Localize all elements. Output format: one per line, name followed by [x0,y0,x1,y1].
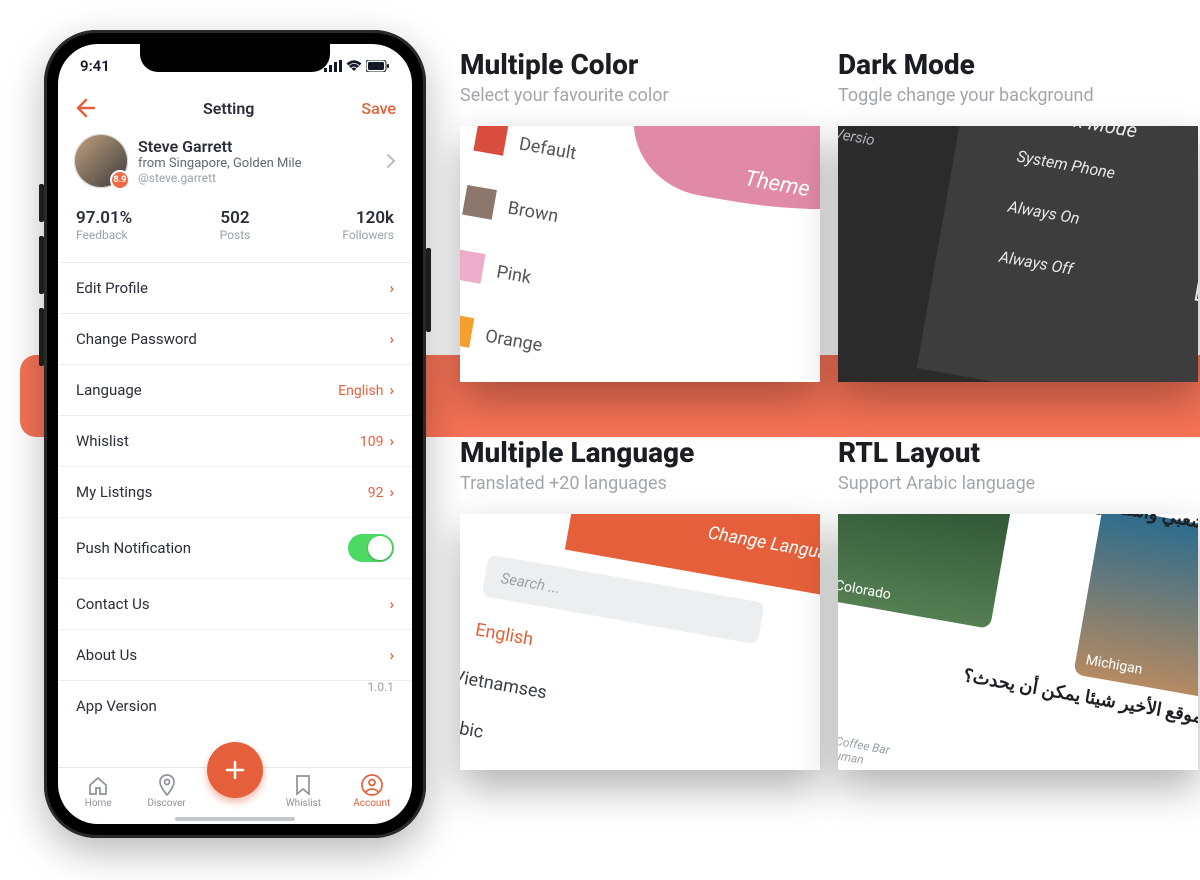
row-label: App Version [76,697,157,715]
theme-option-orange[interactable]: Orange [460,313,545,360]
pin-icon [158,774,176,796]
feature-dark-mode: Dark Mode Toggle change your background … [838,48,1200,382]
stat-followers: 120k Followers [288,208,394,242]
chevron-right-icon: › [389,381,394,399]
bottom-nav: Home Discover Whislist Account [58,767,412,817]
profile-handle: @steve.garrett [138,171,302,185]
bookmark-icon [295,774,311,796]
row-about-us[interactable]: About Us › 1.0.1 [58,630,412,681]
swatch-icon [473,126,508,156]
swatch-icon [460,313,474,348]
checkbox-icon [1195,282,1198,303]
stat-posts: 502 Posts [182,208,288,242]
nav-account[interactable]: Account [342,774,402,809]
swatch-icon [462,185,497,220]
rtl-card-michigan[interactable]: Michigan [1073,514,1198,707]
preview-dark-mode: Font Versio Dark Mode System Phone Alway… [838,126,1198,382]
avatar-rating-badge: 8.9 [110,170,130,190]
lang-title: Change Language [706,522,820,567]
row-app-version: App Version [58,681,412,731]
push-toggle[interactable] [348,534,394,562]
profile-location: from Singapore, Golden Mile [138,156,302,171]
row-label: Change Password [76,330,197,348]
feature-rtl-layout: RTL Layout Support Arabic language Color… [838,436,1200,770]
row-edit-profile[interactable]: Edit Profile › [58,263,412,314]
avatar: 8.9 [74,134,128,188]
lang-option-arabic[interactable]: Arabic [460,713,485,743]
save-button[interactable]: Save [361,99,396,118]
phone-mock: 9:41 Setting Save [44,30,426,838]
row-label: Push Notification [76,539,191,557]
plus-icon [224,759,246,781]
row-language[interactable]: Language English › [58,365,412,416]
rtl-card-colorado[interactable]: Colorado [838,514,1018,629]
chevron-right-icon: › [389,279,394,297]
row-label: About Us [76,646,137,664]
settings-list: Edit Profile › Change Password › Languag… [58,263,412,731]
row-value: English [338,383,383,399]
feature-sub: Translated +20 languages [460,473,830,494]
row-label: Language [76,381,142,399]
chevron-right-icon: › [389,595,394,613]
back-arrow-icon[interactable] [74,98,96,118]
row-whislist[interactable]: Whislist 109 › [58,416,412,467]
row-label: Edit Profile [76,279,148,297]
theme-option-pink[interactable]: Pink [460,249,534,292]
feature-sub: Support Arabic language [838,473,1200,494]
chevron-right-icon: › [389,330,394,348]
feature-title: Dark Mode [838,48,1200,81]
row-push-notification: Push Notification [58,518,412,579]
stats-row: 97.01% Feedback 502 Posts 120k Followers [58,200,412,263]
preview-rtl: Colorado Michigan موقع شعبي واسمحوا بمعر… [838,514,1198,770]
chevron-right-icon: › [389,646,394,664]
app-version-value: 1.0.1 [367,680,394,694]
rtl-left-card[interactable]: Lounge Coffee Bar Arts & Human [838,727,891,770]
swatch-icon [460,249,486,284]
nav-home[interactable]: Home [68,776,128,809]
profile-name: Steve Garrett [138,137,302,156]
preview-theme: Theme Default Brown Pink Orange [460,126,820,382]
row-value: 92 [368,485,384,501]
user-icon [361,774,383,796]
profile-row[interactable]: 8.9 Steve Garrett from Singapore, Golden… [58,130,412,200]
feature-title: Multiple Color [460,48,830,81]
lang-option-vietnamese[interactable]: Vietnamses [460,666,548,703]
feature-sub: Toggle change your background [838,85,1200,106]
row-value: 109 [360,434,384,450]
home-icon [87,776,109,796]
feature-title: RTL Layout [838,436,1200,469]
wifi-icon [346,60,362,72]
chevron-right-icon: › [389,483,394,501]
home-indicator [175,817,295,821]
row-label: My Listings [76,483,152,501]
dark-side-labels: Font Versio [838,126,885,161]
lang-option-english[interactable]: English [474,619,535,650]
row-label: Whislist [76,432,129,450]
row-label: Contact Us [76,595,150,613]
theme-header: Theme [622,126,820,227]
nav-whislist[interactable]: Whislist [273,774,333,809]
theme-option-default[interactable]: Default [473,126,578,168]
chevron-right-icon: › [389,432,394,450]
feature-multiple-language: Multiple Language Translated +20 languag… [460,436,830,770]
battery-icon [366,60,390,72]
fab-add-button[interactable] [207,742,263,798]
page-title: Setting [203,99,254,118]
row-my-listings[interactable]: My Listings 92 › [58,467,412,518]
row-contact-us[interactable]: Contact Us › [58,579,412,630]
stat-feedback: 97.01% Feedback [76,208,182,242]
app-header: Setting Save [58,88,412,130]
status-time: 9:41 [80,57,110,75]
preview-language: ‹ Change Language Search ... English Vie… [460,514,820,770]
feature-multiple-color: Multiple Color Select your favourite col… [460,48,830,382]
row-change-password[interactable]: Change Password › [58,314,412,365]
phone-notch [140,44,330,72]
feature-sub: Select your favourite color [460,85,830,106]
nav-discover[interactable]: Discover [137,774,197,809]
theme-option-brown[interactable]: Brown [462,185,561,231]
chevron-right-icon [386,153,396,169]
feature-title: Multiple Language [460,436,830,469]
